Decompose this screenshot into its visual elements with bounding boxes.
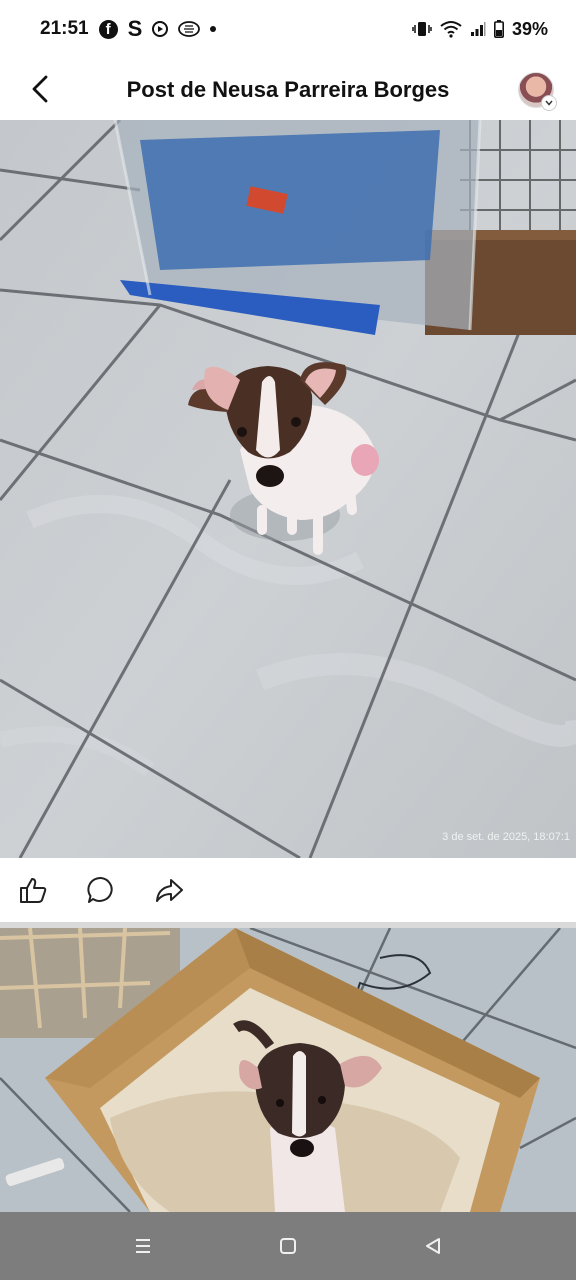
share-button[interactable] — [152, 873, 186, 907]
vibrate-icon — [412, 19, 432, 39]
clock: 21:51 — [40, 18, 89, 39]
battery-level: 39% — [511, 18, 548, 39]
like-icon — [20, 878, 47, 903]
status-left: 21:51 f S — [40, 16, 217, 42]
photo-puppy-in-box — [0, 928, 576, 1212]
battery-icon — [493, 20, 504, 38]
share-icon — [156, 879, 183, 902]
recents-icon — [135, 1239, 150, 1253]
photo-timestamp: 3 de set. de 2025, 18:07:1 — [442, 831, 570, 843]
comment-button[interactable] — [84, 873, 118, 907]
wifi-icon — [440, 20, 462, 38]
chat-bubble-icon — [178, 21, 201, 37]
post-actions — [0, 858, 576, 922]
system-back-button[interactable] — [413, 1226, 453, 1266]
comment-icon — [87, 876, 113, 903]
post-header: Post de Neusa Parreira Borges — [0, 58, 576, 120]
photo-puppy-on-tiles: 3 de set. de 2025, 18:07:1 — [0, 120, 576, 858]
media-icon — [152, 21, 169, 37]
recents-button[interactable] — [123, 1226, 163, 1266]
like-button[interactable] — [16, 873, 50, 907]
back-icon — [426, 1238, 441, 1254]
page-title: Post de Neusa Parreira Borges — [126, 77, 450, 102]
status-right: 39% — [412, 19, 548, 40]
post-photo[interactable] — [0, 928, 576, 1212]
signal-icon — [470, 21, 486, 37]
status-bar: 21:51 f S 39% — [0, 0, 576, 58]
chevron-down-icon — [541, 95, 557, 111]
post-photo[interactable]: 3 de set. de 2025, 18:07:1 — [0, 120, 576, 858]
facebook-icon: f — [98, 19, 118, 39]
s-app-icon: S — [127, 16, 143, 41]
avatar[interactable] — [518, 72, 557, 111]
notification-dot — [210, 26, 217, 32]
system-nav-bar — [0, 1212, 576, 1280]
home-icon — [279, 1238, 296, 1254]
home-button[interactable] — [268, 1226, 308, 1266]
